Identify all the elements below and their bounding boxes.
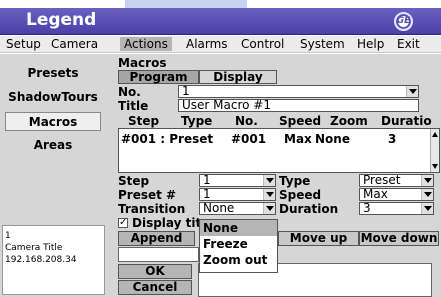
chevron-down-icon[interactable] bbox=[263, 175, 275, 186]
ok-button[interactable]: OK bbox=[118, 264, 192, 279]
menu-camera[interactable]: Camera bbox=[51, 37, 98, 51]
camera-ip: 192.168.208.34 bbox=[5, 255, 77, 265]
macro-title-label: Title bbox=[118, 99, 149, 113]
transition-value: None bbox=[203, 201, 235, 215]
type-value: Preset bbox=[363, 173, 401, 187]
col-zoom: Zoom bbox=[330, 114, 368, 128]
speed-value: Max bbox=[363, 187, 388, 201]
chevron-down-icon[interactable] bbox=[263, 189, 275, 200]
scroll-down-icon[interactable] bbox=[432, 164, 438, 169]
sidebar-item-presets[interactable]: Presets bbox=[5, 64, 101, 83]
chevron-down-icon[interactable] bbox=[421, 189, 433, 200]
macro-no-select[interactable]: 1 bbox=[178, 85, 419, 98]
speed-select[interactable]: Max bbox=[359, 188, 434, 201]
row-zoom: None bbox=[315, 132, 350, 146]
row-no: #001 bbox=[231, 132, 267, 146]
menu-alarms[interactable]: Alarms bbox=[186, 37, 228, 51]
display-title-label: Display tit bbox=[132, 216, 202, 230]
chevron-down-icon[interactable] bbox=[406, 86, 418, 97]
sidebar-item-macros[interactable]: Macros bbox=[5, 112, 101, 131]
dropdown-option-none[interactable]: None bbox=[200, 220, 277, 236]
left-text-box bbox=[118, 247, 199, 262]
col-type: Type bbox=[181, 114, 213, 128]
dropdown-option-freeze[interactable]: Freeze bbox=[200, 236, 277, 252]
duration-value: 3 bbox=[363, 201, 371, 215]
append-button[interactable]: Append bbox=[118, 231, 195, 246]
row-speed: Max bbox=[284, 132, 312, 146]
macro-title-input[interactable]: User Macro #1 bbox=[178, 99, 419, 112]
app-title: Legend bbox=[26, 10, 97, 30]
preset-value: 1 bbox=[203, 187, 211, 201]
preset-select[interactable]: 1 bbox=[199, 188, 276, 201]
top-band bbox=[125, 0, 247, 8]
display-title-checkbox[interactable]: ✓ bbox=[118, 218, 128, 228]
menu-actions[interactable]: Actions bbox=[120, 37, 172, 51]
transition-label: Transition bbox=[118, 202, 186, 216]
chevron-down-icon[interactable] bbox=[421, 203, 433, 214]
tab-display[interactable]: Display bbox=[199, 70, 277, 84]
step-label: Step bbox=[118, 174, 150, 188]
menu-setup[interactable]: Setup bbox=[6, 37, 41, 51]
menu-control[interactable]: Control bbox=[241, 37, 284, 51]
transition-dropdown-list[interactable]: None Freeze Zoom out bbox=[199, 219, 278, 273]
menu-bar: Setup Camera Actions Alarms Control Syst… bbox=[0, 36, 441, 53]
col-step: Step bbox=[128, 114, 160, 128]
col-no: No. bbox=[235, 114, 258, 128]
step-select[interactable]: 1 bbox=[199, 174, 276, 187]
speed-label: Speed bbox=[279, 188, 322, 202]
ge-logo-icon: GE bbox=[394, 12, 413, 31]
macro-title-value: User Macro #1 bbox=[182, 98, 271, 112]
scroll-up-icon[interactable] bbox=[432, 132, 438, 137]
chevron-down-icon[interactable] bbox=[263, 203, 275, 214]
dropdown-option-zoom-out[interactable]: Zoom out bbox=[200, 252, 277, 268]
sidebar: Presets ShadowTours Macros Areas 1 Camer… bbox=[0, 54, 107, 297]
list-scrollbar[interactable] bbox=[430, 129, 439, 172]
step-value: 1 bbox=[203, 173, 211, 187]
sidebar-item-areas[interactable]: Areas bbox=[5, 136, 101, 155]
col-speed: Speed bbox=[279, 114, 322, 128]
menu-exit[interactable]: Exit bbox=[397, 37, 420, 51]
camera-title: Camera Title bbox=[5, 243, 63, 253]
steps-list[interactable]: #001 : Preset #001 Max None 3 bbox=[118, 128, 440, 173]
type-label: Type bbox=[279, 174, 311, 188]
transition-select[interactable]: None bbox=[199, 202, 276, 215]
sidebar-item-shadowtours[interactable]: ShadowTours bbox=[5, 88, 101, 107]
title-bar: Legend GE bbox=[0, 8, 441, 35]
section-title: Macros bbox=[118, 56, 167, 70]
menu-system[interactable]: System bbox=[300, 37, 345, 51]
camera-info-panel: 1 Camera Title 192.168.208.34 bbox=[2, 225, 105, 295]
cancel-button[interactable]: Cancel bbox=[118, 280, 192, 295]
macro-no-value: 1 bbox=[182, 84, 190, 98]
move-up-button[interactable]: Move up bbox=[278, 231, 359, 246]
camera-number: 1 bbox=[5, 231, 11, 241]
steps-table-header: Step Type No. Speed Zoom Duratio bbox=[118, 114, 441, 128]
tab-program[interactable]: Program bbox=[118, 70, 199, 84]
menu-help[interactable]: Help bbox=[357, 37, 384, 51]
preset-label: Preset # bbox=[118, 188, 177, 202]
type-select[interactable]: Preset bbox=[359, 174, 434, 187]
duration-select[interactable]: 3 bbox=[359, 202, 434, 215]
duration-label: Duration bbox=[279, 202, 339, 216]
row-duration: 3 bbox=[388, 132, 397, 146]
macro-no-label: No. bbox=[118, 85, 141, 99]
col-duration: Duratio bbox=[381, 114, 432, 128]
chevron-down-icon[interactable] bbox=[421, 175, 433, 186]
row-step: #001 : Preset bbox=[121, 132, 214, 146]
move-down-button[interactable]: Move down bbox=[359, 231, 439, 246]
